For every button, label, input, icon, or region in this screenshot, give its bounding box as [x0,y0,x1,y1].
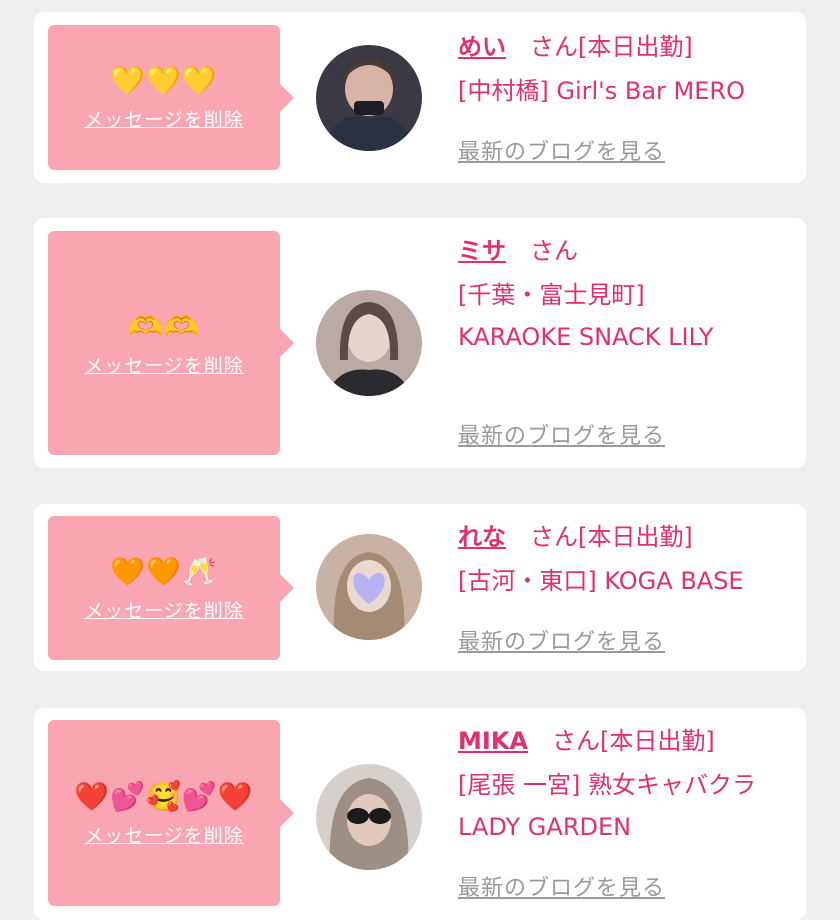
name-suffix: さん [530,237,578,265]
shop-name: [尾張 一宮] 熟女キャバクラ LADY GARDEN [458,771,756,841]
avatar[interactable] [316,534,422,640]
shop-name: [千葉・富士見町] KARAOKE SNACK LILY [458,281,714,351]
message-card: ❤️💕🥰💕❤️ メッセージを削除 MIKA さん[本日出勤] [尾張 一宮] 熟女… [34,708,806,920]
message-bubble: 🧡🧡🥂 メッセージを削除 [48,516,294,660]
name-suffix: さん[本日出勤] [551,727,715,755]
latest-blog-link[interactable]: 最新のブログを見る [458,134,665,166]
latest-blog-link[interactable]: 最新のブログを見る [458,870,665,902]
latest-blog-link[interactable]: 最新のブログを見る [458,418,665,450]
message-text: 🫶🫶 [128,309,200,343]
delete-message-link[interactable]: メッセージを削除 [84,351,244,378]
message-bubble: 💛💛💛 メッセージを削除 [48,25,294,170]
cast-info: れな さん[本日出勤] [古河・東口] KOGA BASE [458,516,796,602]
avatar-photo-icon [316,764,422,870]
name-line: ミサ さん [458,230,758,272]
latest-blog-link[interactable]: 最新のブログを見る [458,624,665,656]
message-card: 💛💛💛 メッセージを削除 めい さん[本日出勤] [中村橋] Girl's Bar… [34,12,806,183]
cast-name-link[interactable]: めい [458,33,506,61]
delete-message-link[interactable]: メッセージを削除 [84,105,244,132]
name-suffix: さん[本日出勤] [530,33,693,61]
message-bubble: 🫶🫶 メッセージを削除 [48,231,294,455]
delete-message-link[interactable]: メッセージを削除 [84,821,244,848]
message-list: 💛💛💛 メッセージを削除 めい さん[本日出勤] [中村橋] Girl's Bar… [0,0,840,920]
message-text: 💛💛💛 [110,64,218,97]
cast-name-link[interactable]: ミサ [458,237,506,265]
name-line: めい さん[本日出勤] [458,26,796,68]
message-card: 🫶🫶 メッセージを削除 ミサ さん [千葉・富士見町] KARAOKE SNACK… [34,218,806,468]
avatar-photo-icon [316,45,422,151]
cast-info: ミサ さん [千葉・富士見町] KARAOKE SNACK LILY [458,230,758,358]
avatar-photo-icon [316,534,422,640]
name-line: れな さん[本日出勤] [458,516,796,558]
cast-name-link[interactable]: れな [458,523,506,551]
name-line: MIKA さん[本日出勤] [458,720,788,762]
message-bubble: ❤️💕🥰💕❤️ メッセージを削除 [48,720,294,906]
message-text: ❤️💕🥰💕❤️ [74,779,254,813]
message-card: 🧡🧡🥂 メッセージを削除 れな さん[本日出勤] [古河・東口] KOGA BAS… [34,504,806,671]
cast-name-link[interactable]: MIKA [458,727,528,755]
avatar-photo-icon [316,290,422,396]
avatar[interactable] [316,45,422,151]
avatar[interactable] [316,290,422,396]
cast-info: めい さん[本日出勤] [中村橋] Girl's Bar MERO [458,26,796,112]
avatar[interactable] [316,764,422,870]
shop-name: [古河・東口] KOGA BASE [458,567,744,595]
message-text: 🧡🧡🥂 [110,554,218,588]
name-suffix: さん[本日出勤] [530,523,693,551]
shop-name: [中村橋] Girl's Bar MERO [458,77,745,105]
cast-info: MIKA さん[本日出勤] [尾張 一宮] 熟女キャバクラ LADY GARDEN [458,720,788,848]
delete-message-link[interactable]: メッセージを削除 [84,596,244,623]
